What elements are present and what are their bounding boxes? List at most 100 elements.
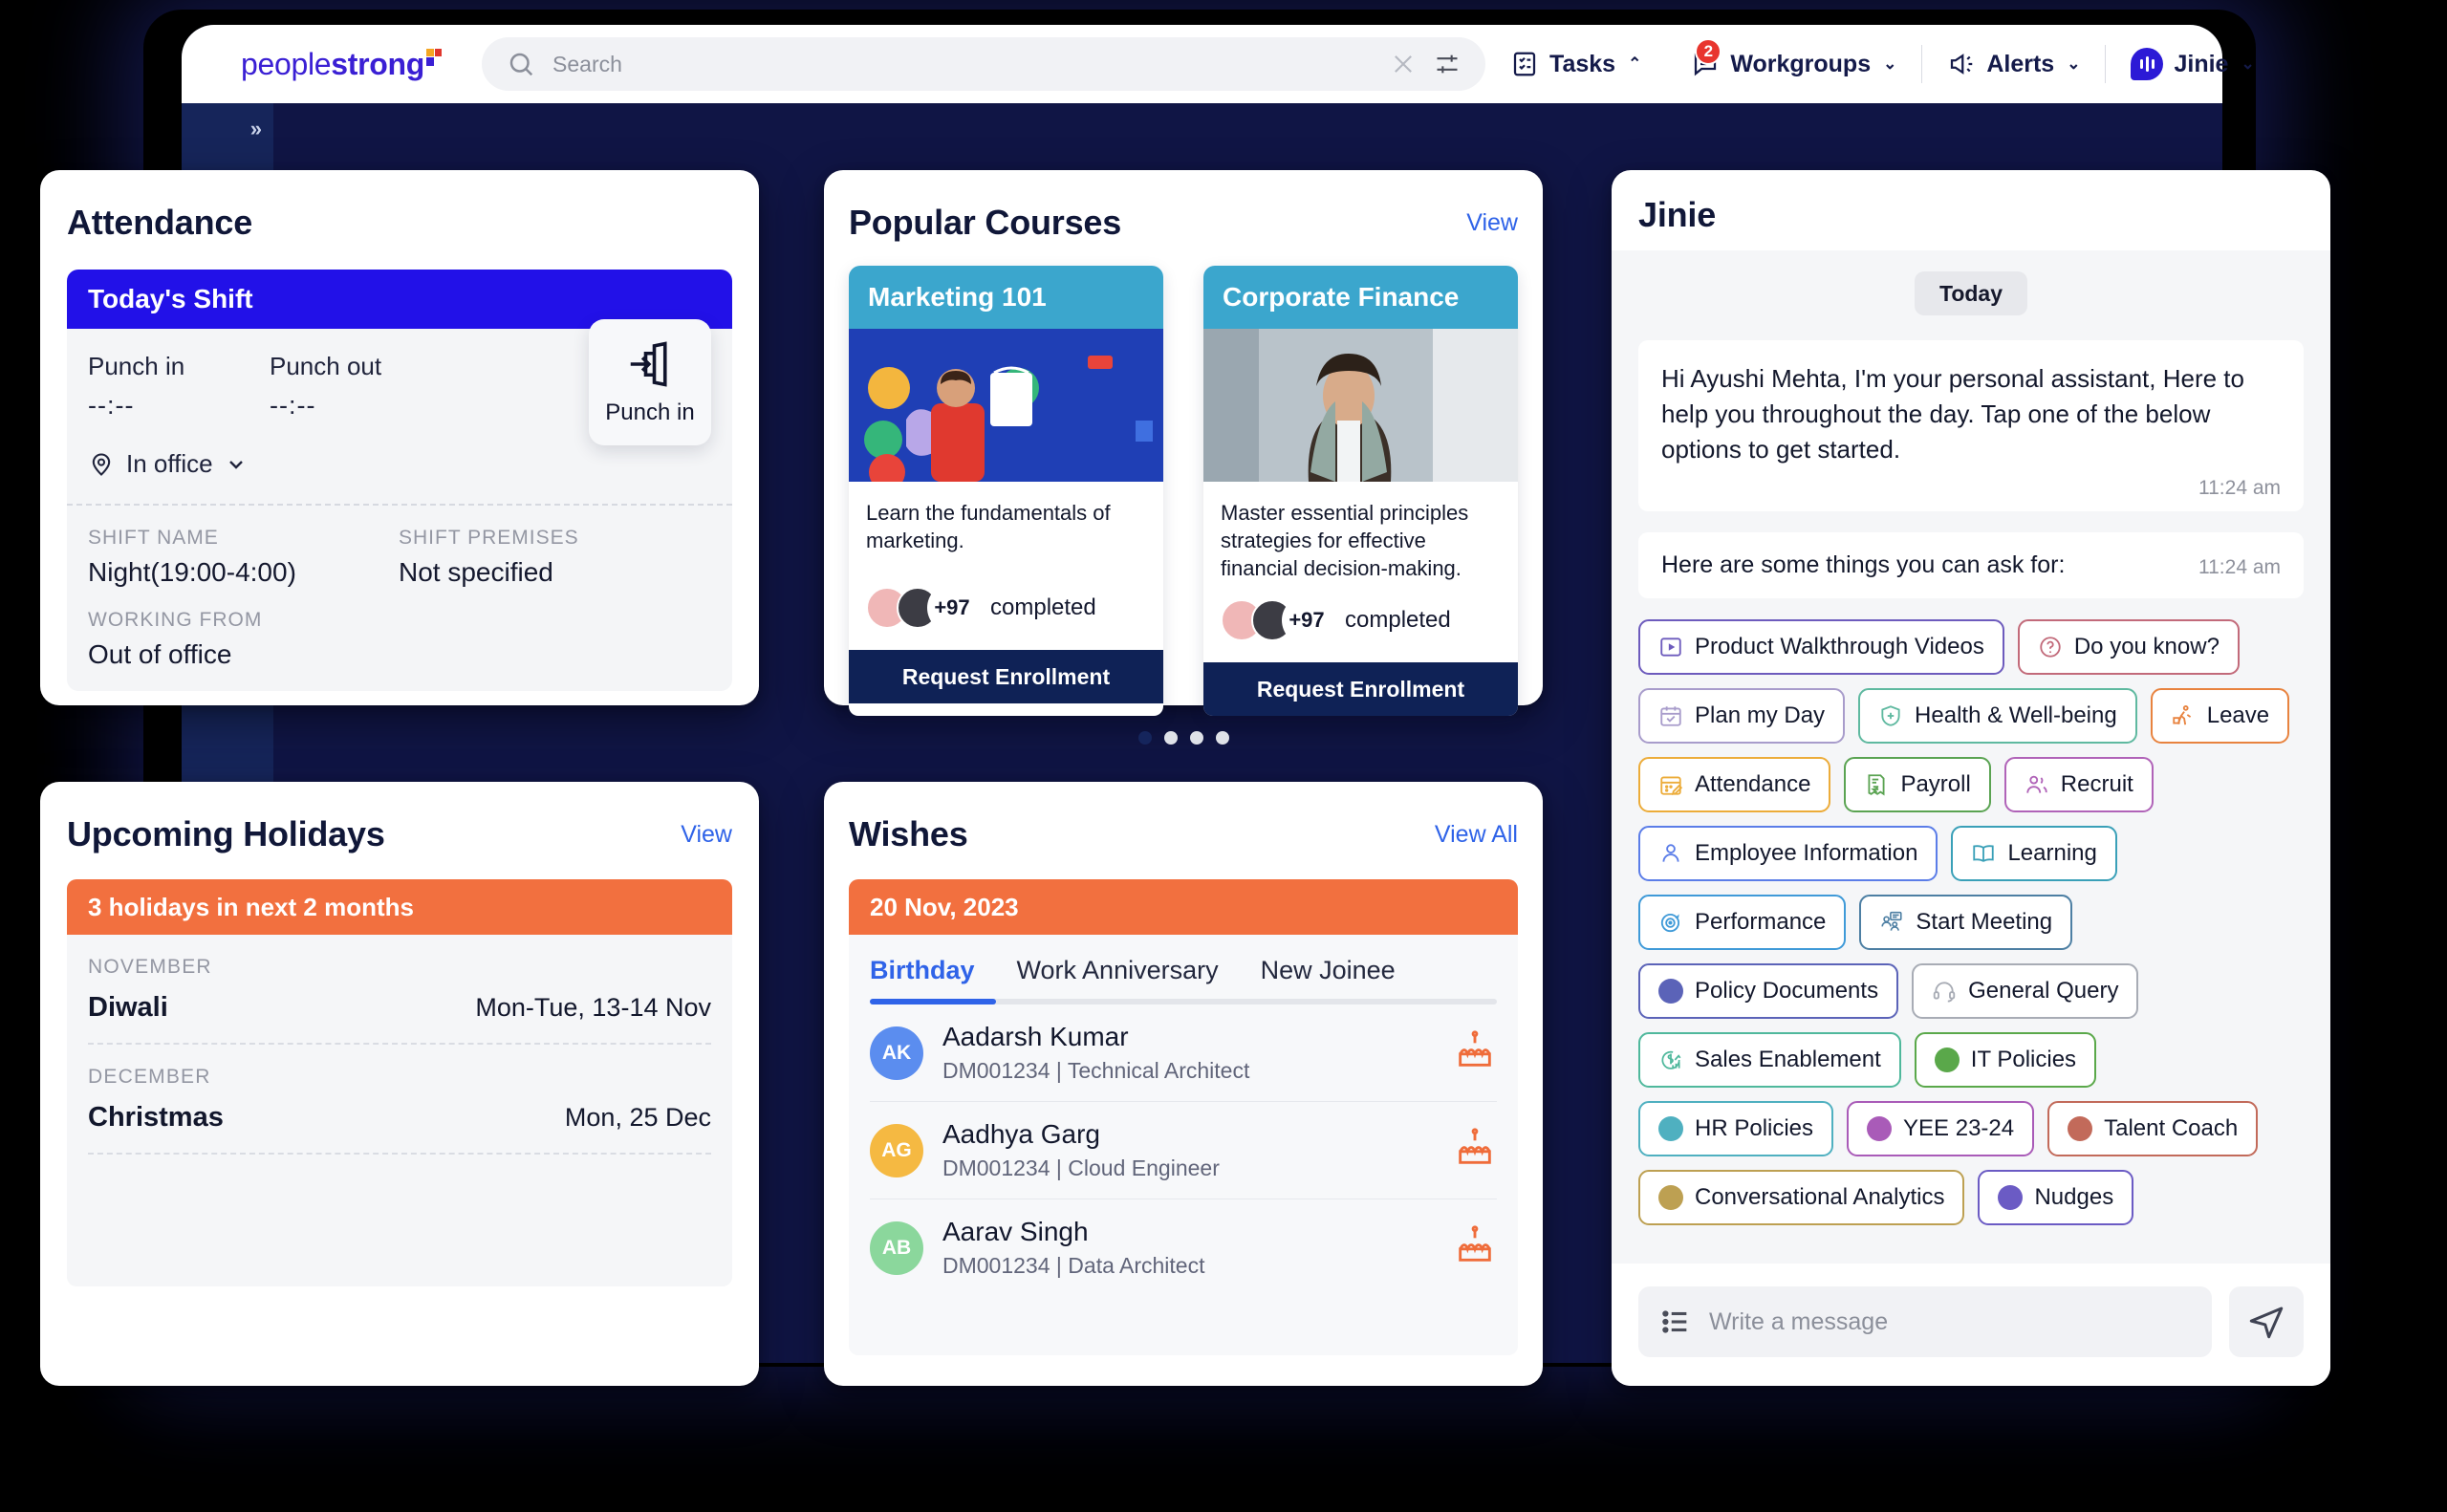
punch-out-value: --:-- <box>270 391 451 421</box>
request-enrollment-button[interactable]: Request Enrollment <box>849 650 1163 703</box>
course-name: Marketing 101 <box>849 266 1163 329</box>
chip-employee-information[interactable]: Employee Information <box>1638 826 1938 881</box>
nav-alerts[interactable]: Alerts ⌄ <box>1922 50 2105 78</box>
work-location-dropdown[interactable]: In office <box>88 449 709 479</box>
avatar: AK <box>870 1026 923 1080</box>
calendar-pen-icon <box>1658 772 1683 797</box>
search-bar[interactable]: Search <box>482 37 1485 91</box>
search-input[interactable]: Search <box>552 52 1373 77</box>
holidays-title: Upcoming Holidays <box>67 814 385 854</box>
chevron-down-icon: ⌄ <box>1883 54 1896 74</box>
chip-yee-23-24[interactable]: YEE 23-24 <box>1847 1101 2034 1156</box>
shield-plus-icon <box>1878 703 1903 728</box>
courses-view-link[interactable]: View <box>1466 209 1518 237</box>
list-icon[interactable] <box>1659 1306 1692 1338</box>
dot-icon <box>1998 1185 2023 1210</box>
assistant-prompt-message: Here are some things you can ask for: 11… <box>1638 532 2304 598</box>
holidays-view-link[interactable]: View <box>681 821 732 849</box>
sidebar-expand-button[interactable]: » <box>250 117 262 141</box>
chip-general-query[interactable]: General Query <box>1912 963 2138 1019</box>
peoplestrong-logo[interactable]: peoplestrong <box>241 47 442 82</box>
wishes-title: Wishes <box>849 814 968 854</box>
course-card[interactable]: Corporate Finance Mast <box>1203 266 1518 716</box>
chip-policy-documents[interactable]: Policy Documents <box>1638 963 1898 1019</box>
chip-nudges[interactable]: Nudges <box>1978 1170 2133 1225</box>
carousel-dot[interactable] <box>1138 731 1152 745</box>
wishes-card: Wishes View All 20 Nov, 2023 Birthday Wo… <box>824 782 1543 1386</box>
course-card[interactable]: Marketing 101 <box>849 266 1163 716</box>
dot-icon <box>2068 1116 2092 1141</box>
close-icon[interactable] <box>1390 51 1417 77</box>
chip-plan-my-day[interactable]: Plan my Day <box>1638 688 1845 744</box>
nav-jinie-label: Jinie <box>2174 51 2228 78</box>
carousel-dots[interactable] <box>849 731 1518 745</box>
chip-health-well-being[interactable]: Health & Well-being <box>1858 688 2137 744</box>
punch-in-door-icon <box>624 338 676 390</box>
cake-icon[interactable] <box>1453 1223 1497 1272</box>
person-meta: DM001234 | Technical Architect <box>942 1058 1249 1084</box>
top-bar: peoplestrong Search Tasks ⌃ <box>182 25 2222 103</box>
people-add-icon <box>2025 772 2049 797</box>
chip-label: Start Meeting <box>1916 909 2052 936</box>
carousel-dot[interactable] <box>1216 731 1229 745</box>
carousel-dot[interactable] <box>1164 731 1178 745</box>
wishes-header: Wishes View All <box>849 807 1518 862</box>
list-item[interactable]: AK Aadarsh Kumar DM001234 | Technical Ar… <box>870 1004 1497 1102</box>
chip-it-policies[interactable]: IT Policies <box>1915 1032 2096 1088</box>
request-enrollment-button[interactable]: Request Enrollment <box>1203 662 1518 716</box>
chip-sales-enablement[interactable]: Sales Enablement <box>1638 1032 1901 1088</box>
tab-new-joinee[interactable]: New Joinee <box>1261 956 1396 999</box>
chip-talent-coach[interactable]: Talent Coach <box>2047 1101 2258 1156</box>
wishes-view-all-link[interactable]: View All <box>1435 821 1518 849</box>
tab-work-anniversary[interactable]: Work Anniversary <box>1017 956 1219 999</box>
working-from-meta: WORKING FROM Out of office <box>88 609 709 670</box>
holiday-group: DECEMBER Christmas Mon, 25 Dec <box>88 1066 711 1153</box>
nav-jinie[interactable]: Jinie ⌄ <box>2106 48 2279 80</box>
holiday-date: Mon-Tue, 13-14 Nov <box>475 993 711 1023</box>
message-timestamp: 11:24 am <box>1661 477 2281 500</box>
message-input-placeholder[interactable]: Write a message <box>1709 1308 1888 1336</box>
person-name: Aadarsh Kumar <box>942 1022 1249 1052</box>
chip-label: Attendance <box>1695 771 1810 798</box>
cake-icon[interactable] <box>1453 1028 1497 1077</box>
jinie-composer: Write a message <box>1612 1264 2330 1386</box>
tab-birthday[interactable]: Birthday <box>870 956 975 999</box>
work-location-value: In office <box>126 449 213 479</box>
filter-sliders-icon[interactable] <box>1434 51 1461 77</box>
chip-label: Talent Coach <box>2104 1115 2238 1142</box>
chip-recruit[interactable]: Recruit <box>2004 757 2154 812</box>
chip-payroll[interactable]: Payroll <box>1844 757 1990 812</box>
jinie-panel: Jinie Today Hi Ayushi Mehta, I'm your pe… <box>1612 170 2330 1386</box>
open-book-icon <box>1971 841 1996 866</box>
message-input[interactable]: Write a message <box>1638 1286 2212 1357</box>
nav-tasks[interactable]: Tasks ⌃ <box>1485 50 1666 78</box>
logo-text: peoplestrong <box>241 47 424 82</box>
assistant-prompt: Here are some things you can ask for: <box>1661 551 2065 579</box>
shift-name-block: SHIFT NAME Night(19:00-4:00) <box>88 527 399 588</box>
question-circle-icon <box>2038 635 2063 659</box>
nav-workgroups[interactable]: 2 Workgroups ⌄ <box>1666 50 1921 78</box>
holiday-row: Christmas Mon, 25 Dec <box>88 1102 711 1153</box>
person-name: Aarav Singh <box>942 1217 1204 1247</box>
chip-learning[interactable]: Learning <box>1951 826 2116 881</box>
chevron-down-icon: ⌄ <box>2067 54 2080 74</box>
list-item[interactable]: AB Aarav Singh DM001234 | Data Architect <box>870 1199 1497 1296</box>
carousel-dot[interactable] <box>1190 731 1203 745</box>
chip-do-you-know[interactable]: Do you know? <box>2018 619 2240 675</box>
nav-alerts-label: Alerts <box>1986 51 2054 78</box>
send-button[interactable] <box>2229 1286 2304 1357</box>
holiday-group: NOVEMBER Diwali Mon-Tue, 13-14 Nov <box>88 956 711 1043</box>
punch-in-button[interactable]: Punch in <box>589 319 711 445</box>
chip-attendance[interactable]: Attendance <box>1638 757 1830 812</box>
chip-hr-policies[interactable]: HR Policies <box>1638 1101 1833 1156</box>
chip-conversational-analytics[interactable]: Conversational Analytics <box>1638 1170 1964 1225</box>
cake-icon[interactable] <box>1453 1126 1497 1175</box>
course-description: Master essential principles strategies f… <box>1203 482 1518 582</box>
nav-workgroups-label: Workgroups <box>1730 51 1871 78</box>
chip-leave[interactable]: Leave <box>2151 688 2289 744</box>
chip-start-meeting[interactable]: Start Meeting <box>1859 895 2072 950</box>
chip-product-walkthrough-videos[interactable]: Product Walkthrough Videos <box>1638 619 2004 675</box>
chip-performance[interactable]: Performance <box>1638 895 1846 950</box>
course-description: Learn the fundamentals of marketing. <box>849 482 1163 570</box>
list-item[interactable]: AG Aadhya Garg DM001234 | Cloud Engineer <box>870 1102 1497 1199</box>
